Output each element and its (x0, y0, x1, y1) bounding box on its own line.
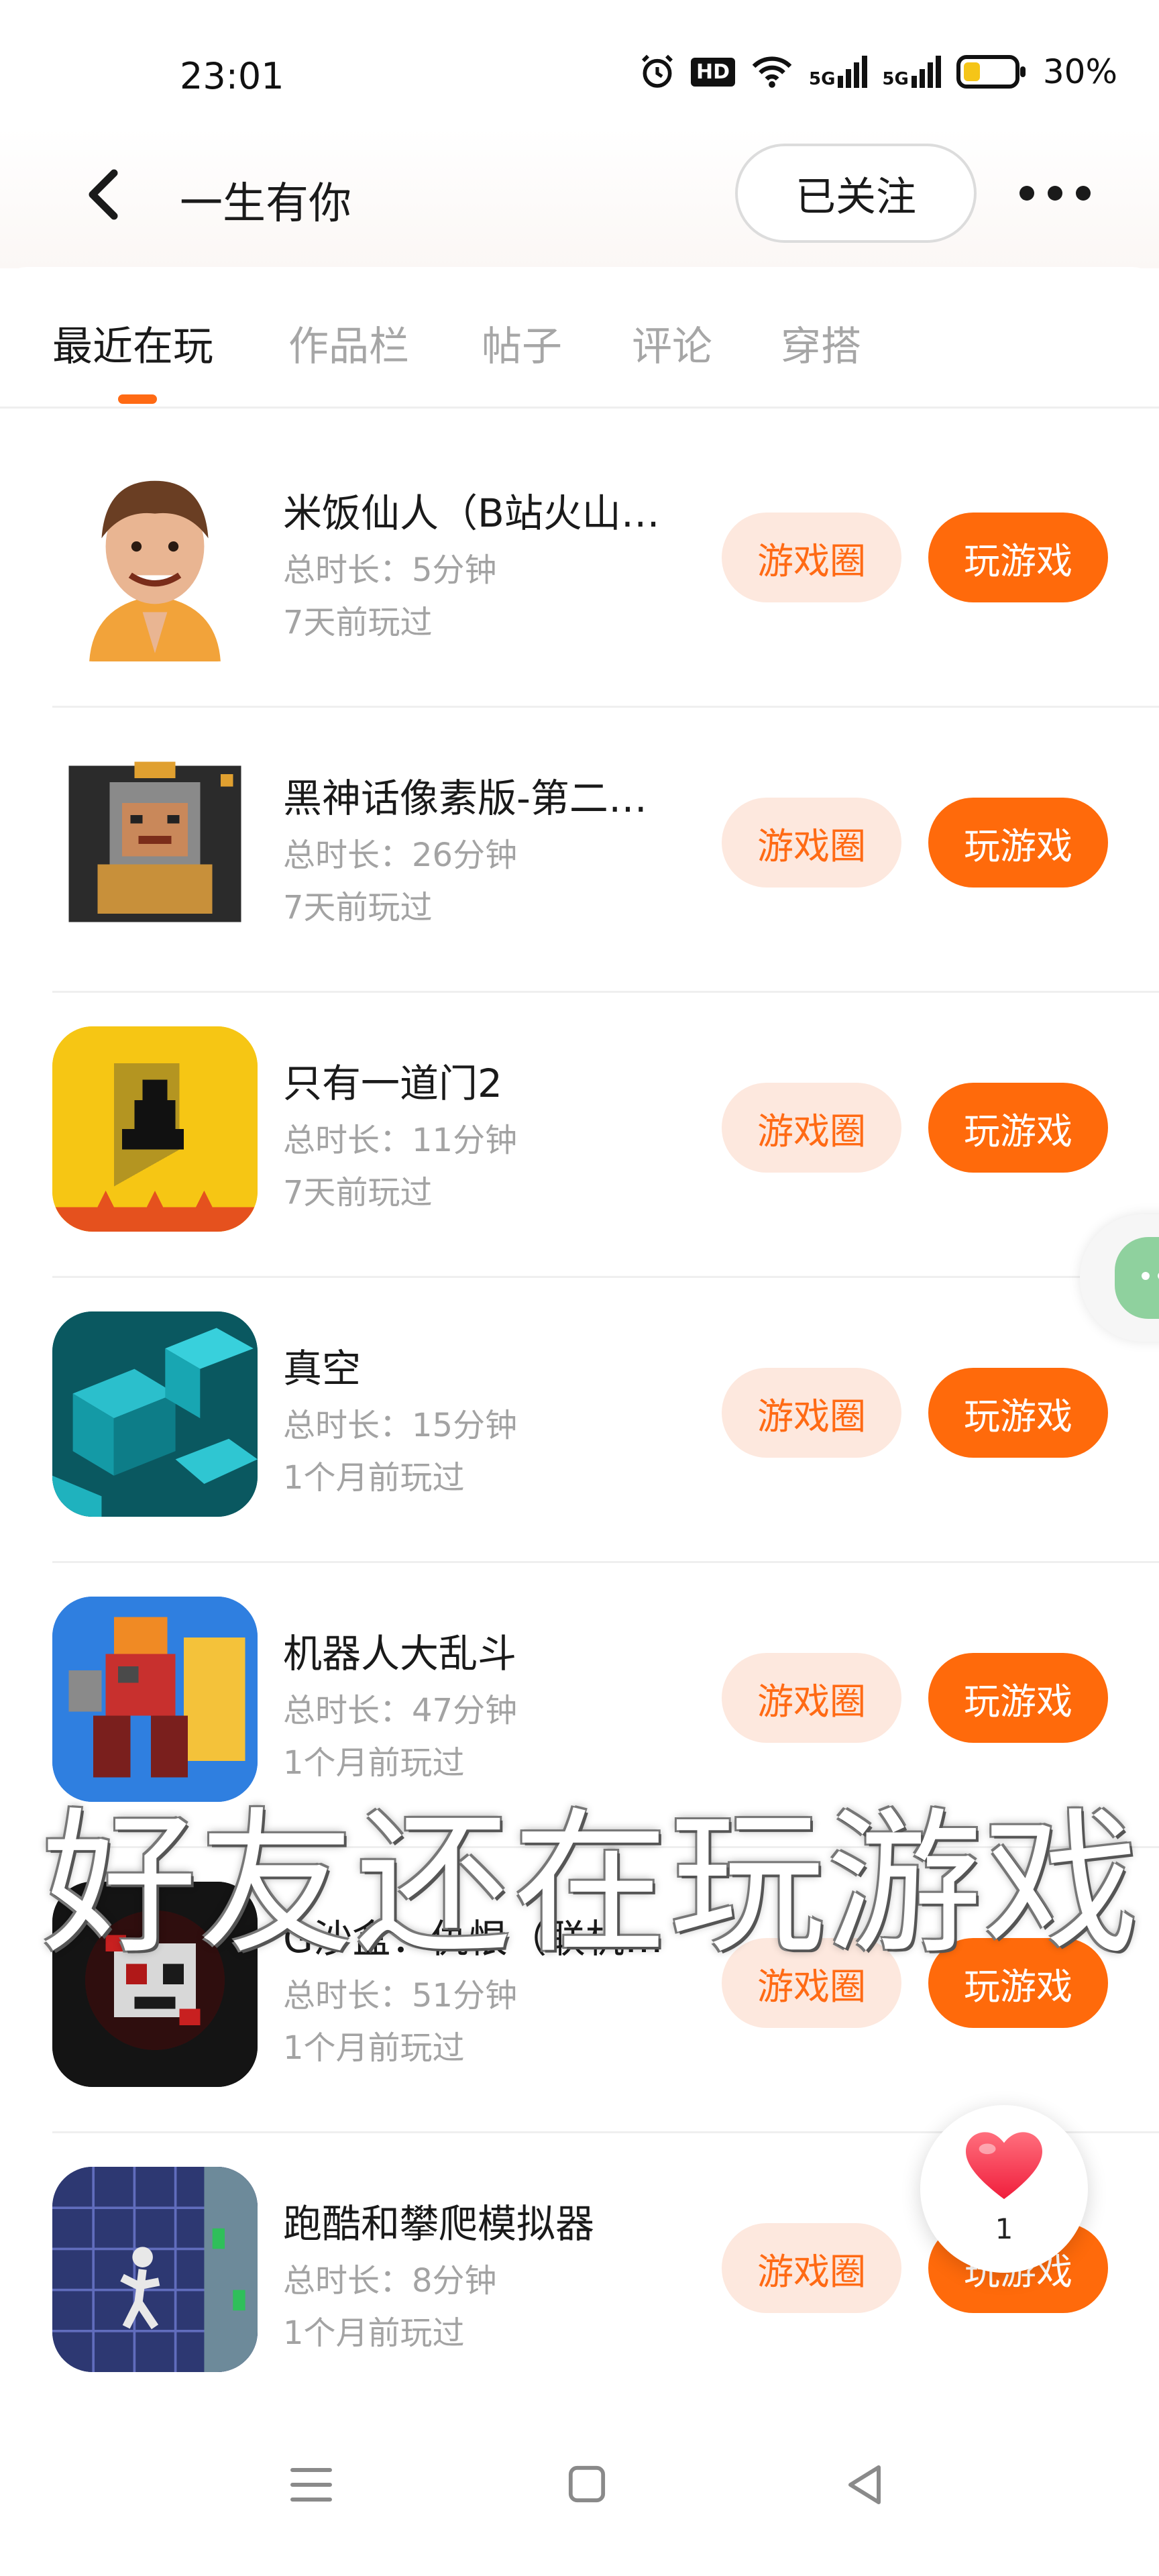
game-duration: 总时长：11分钟 (283, 1122, 518, 1159)
play-game-button[interactable]: 玩游戏 (928, 1653, 1108, 1743)
play-game-button[interactable]: 玩游戏 (928, 513, 1108, 602)
game-duration: 总时长：26分钟 (283, 837, 518, 874)
back-arrow-icon[interactable] (79, 168, 126, 221)
game-icon-black-myth-pixel[interactable] (52, 741, 258, 947)
game-last-played: 7天前玩过 (283, 889, 433, 926)
game-row[interactable]: 只有一道门2 总时长：11分钟 7天前玩过 游戏圈 玩游戏 (0, 993, 1159, 1278)
active-tab-indicator (118, 394, 157, 404)
status-icons: HD 5G 5G 30% (639, 52, 1117, 91)
game-circle-button[interactable]: 游戏圈 (722, 1653, 901, 1743)
game-circle-button[interactable]: 游戏圈 (722, 2223, 901, 2313)
play-game-button[interactable]: 玩游戏 (928, 1368, 1108, 1458)
game-row[interactable]: 真空 总时长：15分钟 1个月前玩过 游戏圈 玩游戏 (0, 1278, 1159, 1563)
game-circle-button[interactable]: 游戏圈 (722, 798, 901, 888)
more-options-icon[interactable] (1019, 180, 1093, 207)
game-circle-button[interactable]: 游戏圈 (722, 1368, 901, 1458)
game-name: 黑神话像素版-第二章… (283, 775, 685, 821)
tabs-divider (0, 407, 1159, 409)
game-name: 米饭仙人（B站火山… (283, 490, 660, 536)
wifi-icon (752, 56, 792, 88)
game-icon-rice-immortal[interactable] (52, 456, 258, 661)
hd-badge: HD (690, 57, 735, 87)
tab-recently-played[interactable]: 最近在玩 (52, 314, 213, 372)
overlay-caption: 好友还在玩游戏 (42, 1794, 1141, 1975)
game-duration: 总时长：5分钟 (283, 551, 497, 589)
game-last-played: 1个月前玩过 (283, 2314, 465, 2352)
game-last-played: 7天前玩过 (283, 1174, 433, 1212)
game-icon-parkour-climbing[interactable] (52, 2167, 258, 2372)
chat-bubble-icon (1115, 1237, 1159, 1319)
page-title: 一生有你 (180, 179, 351, 229)
game-last-played: 1个月前玩过 (283, 1459, 465, 1497)
signal-icon-2: 5G (882, 56, 941, 88)
back-triangle-icon[interactable] (844, 2463, 887, 2506)
game-row[interactable]: 米饭仙人（B站火山… 总时长：5分钟 7天前玩过 游戏圈 玩游戏 (0, 423, 1159, 708)
alarm-icon (641, 54, 673, 88)
game-name: 跑酷和攀爬模拟器 (283, 2201, 595, 2247)
game-duration: 总时长：8分钟 (283, 2262, 497, 2300)
game-name: 真空 (283, 1346, 362, 1391)
game-circle-button[interactable]: 游戏圈 (722, 513, 901, 602)
game-circle-button[interactable]: 游戏圈 (722, 1083, 901, 1173)
game-icon-vacuum[interactable] (52, 1311, 258, 1517)
game-last-played: 7天前玩过 (283, 604, 433, 641)
status-time: 23:01 (180, 55, 284, 97)
game-row[interactable]: 黑神话像素版-第二章… 总时长：26分钟 7天前玩过 游戏圈 玩游戏 (0, 708, 1159, 993)
tab-works[interactable]: 作品栏 (288, 314, 409, 372)
play-game-button[interactable]: 玩游戏 (928, 798, 1108, 888)
game-icon-only-one-door[interactable] (52, 1026, 258, 1232)
follow-button[interactable]: 已关注 (735, 144, 977, 243)
menu-icon[interactable] (290, 2466, 333, 2504)
game-name: 机器人大乱斗 (283, 1631, 517, 1676)
like-button[interactable]: 1 (920, 2105, 1088, 2273)
tab-outfits[interactable]: 穿搭 (781, 314, 861, 372)
battery-percent: 30% (1042, 52, 1117, 91)
game-duration: 总时长：47分钟 (283, 1692, 518, 1729)
header-background (0, 127, 1159, 268)
battery-icon (956, 55, 1026, 89)
signal-icon-1: 5G (809, 56, 868, 88)
home-square-icon[interactable] (567, 2465, 606, 2504)
game-duration: 总时长：15分钟 (283, 1407, 518, 1444)
like-count: 1 (995, 2212, 1013, 2245)
game-name: 只有一道门2 (283, 1061, 502, 1106)
heart-icon (966, 2132, 1042, 2200)
tab-posts[interactable]: 帖子 (482, 314, 562, 372)
game-last-played: 1个月前玩过 (283, 2029, 465, 2067)
tab-comments[interactable]: 评论 (632, 314, 712, 372)
play-game-button[interactable]: 玩游戏 (928, 1083, 1108, 1173)
